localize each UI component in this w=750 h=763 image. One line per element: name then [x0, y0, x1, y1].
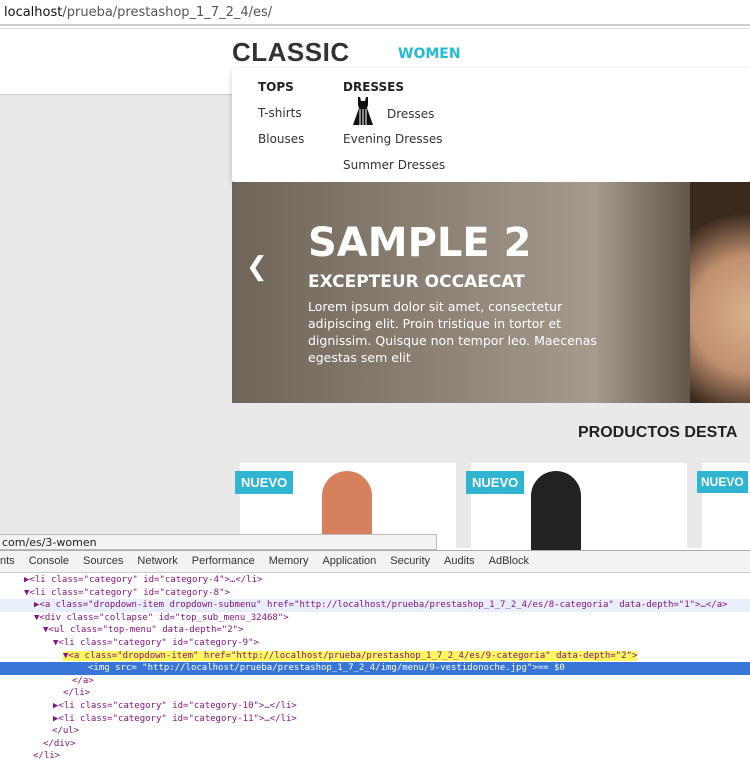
dom-node[interactable]: </li> [0, 687, 750, 700]
dom-node[interactable]: ▼<li class="category" id="category-9"> [0, 637, 750, 650]
hero-subtitle: EXCEPTEUR OCCAECAT [308, 272, 525, 292]
menu-heading-tops[interactable]: TOPS [258, 80, 294, 94]
devtools-panel: nts Console Sources Network Performance … [0, 550, 750, 762]
header-divider [0, 94, 232, 95]
url-path: /prueba/prestashop_1_7_2_4/es/ [62, 5, 273, 20]
menu-item-evening-dresses[interactable]: Evening Dresses [343, 132, 442, 146]
hero-title: SAMPLE 2 [308, 220, 532, 266]
devtools-tabs: nts Console Sources Network Performance … [0, 551, 750, 573]
hero-carousel: ❮ SAMPLE 2 EXCEPTEUR OCCAECAT Lorem ipsu… [232, 182, 750, 403]
new-badge: NUEVO [466, 471, 525, 494]
tab-adblock[interactable]: AdBlock [489, 555, 529, 572]
tab-security[interactable]: Security [390, 555, 430, 572]
highlighted-node: ▼<a class="dropdown-item" href="http://l… [63, 650, 638, 661]
dom-node[interactable]: ▶<li class="category" id="category-11">…… [0, 713, 750, 726]
product-card[interactable]: NUEVO [466, 463, 687, 553]
product-image[interactable] [531, 471, 581, 553]
menu-item-blouses[interactable]: Blouses [258, 132, 304, 146]
dom-node[interactable]: </a> [0, 675, 750, 688]
dom-node[interactable]: </div> [0, 738, 750, 751]
website-viewport: CLASSIC WOMEN TOPS T-shirts Blouses DRES… [0, 28, 750, 553]
dom-node[interactable]: </ul> [0, 725, 750, 738]
dom-node[interactable]: </li> [0, 750, 750, 763]
dress-icon [353, 97, 373, 125]
mega-menu-dropdown: TOPS T-shirts Blouses DRESSES Dresses Ev… [232, 68, 750, 182]
dom-node[interactable]: ▶<li class="category" id="category-4">…<… [0, 574, 750, 587]
dom-node[interactable]: ▼<li class="category" id="category-8"> [0, 587, 750, 600]
nav-item-women[interactable]: WOMEN [398, 46, 461, 62]
new-badge: NUEVO [697, 471, 748, 493]
menu-heading-dresses[interactable]: DRESSES [343, 80, 404, 94]
tab-application[interactable]: Application [322, 555, 376, 572]
product-card[interactable]: NUEVO [697, 463, 750, 553]
menu-item-dresses[interactable]: Dresses [387, 107, 434, 121]
menu-item-tshirts[interactable]: T-shirts [258, 106, 302, 120]
dom-node[interactable]: ▼<a class="dropdown-item" href="http://l… [0, 650, 750, 663]
tab-elements[interactable]: nts [0, 555, 15, 572]
dom-tree: ▶<li class="category" id="category-4">…<… [0, 573, 750, 763]
tab-performance[interactable]: Performance [192, 555, 255, 572]
tab-network[interactable]: Network [137, 555, 177, 572]
tab-console[interactable]: Console [29, 555, 69, 572]
new-badge: NUEVO [235, 471, 294, 494]
dom-node[interactable]: ▶<li class="category" id="category-10">…… [0, 700, 750, 713]
site-logo[interactable]: CLASSIC [232, 37, 350, 68]
dom-node[interactable]: ▼<ul class="top-menu" data-depth="2"> [0, 624, 750, 637]
dom-node[interactable]: ▶<a class="dropdown-item dropdown-submen… [0, 599, 750, 612]
tab-audits[interactable]: Audits [444, 555, 475, 572]
selected-dom-node[interactable]: <img src= "http://localhost/prueba/prest… [0, 662, 750, 675]
menu-item-summer-dresses[interactable]: Summer Dresses [343, 158, 445, 172]
status-bar-link: com/es/3-women [0, 534, 437, 550]
hero-image [690, 182, 750, 403]
address-bar[interactable]: localhost/prueba/prestashop_1_7_2_4/es/ [0, 0, 750, 26]
tab-sources[interactable]: Sources [83, 555, 123, 572]
carousel-prev-icon[interactable]: ❮ [246, 252, 268, 282]
tab-memory[interactable]: Memory [269, 555, 309, 572]
dom-node[interactable]: ▼<div class="collapse" id="top_sub_menu_… [0, 612, 750, 625]
hero-text: Lorem ipsum dolor sit amet, consectetur … [308, 299, 597, 365]
featured-heading: PRODUCTOS DESTA [578, 424, 738, 441]
url-host: localhost [4, 5, 63, 20]
